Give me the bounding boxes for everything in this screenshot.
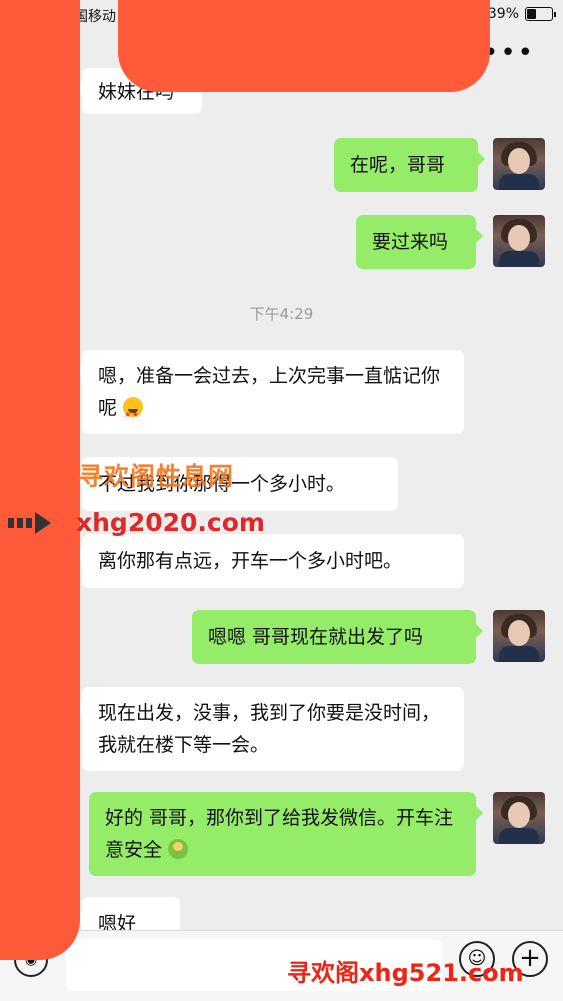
- incoming-bubble[interactable]: 嗯，准备一会过去，上次完事一直惦记你呢: [75, 350, 464, 434]
- battery-indicator: 39%: [487, 6, 556, 22]
- avatar[interactable]: [493, 792, 545, 844]
- incoming-bubble[interactable]: 现在出发，没事，我到了你要是没时间，我就在楼下等一会。: [75, 687, 464, 771]
- message-text: 嗯嗯 哥哥现在就出发了吗: [208, 626, 424, 648]
- arrow-icon: [8, 512, 51, 534]
- redaction-overlay-title: [118, 0, 490, 92]
- message-text: 离你那有点远，开车一个多小时吧。: [98, 550, 403, 572]
- message-row: 嗯，准备一会过去，上次完事一直惦记你呢: [75, 350, 464, 434]
- outgoing-bubble[interactable]: 好的 哥哥，那你到了给我发微信。开车注意安全: [89, 792, 483, 876]
- outgoing-bubble[interactable]: 在呢，哥哥: [334, 138, 485, 192]
- message-row: 嗯嗯 哥哥现在就出发了吗: [192, 610, 483, 664]
- message-row: 离你那有点远，开车一个多小时吧。: [75, 534, 464, 588]
- battery-percent: 39%: [487, 6, 519, 22]
- message-row: 好的 哥哥，那你到了给我发微信。开车注意安全: [89, 792, 483, 876]
- message-text: 要过来吗: [372, 231, 449, 253]
- avatar[interactable]: [493, 215, 545, 267]
- message-row: 现在出发，没事，我到了你要是没时间，我就在楼下等一会。: [75, 687, 464, 771]
- message-text: 好的 哥哥，那你到了给我发微信。开车注意安全: [105, 807, 454, 861]
- outgoing-bubble[interactable]: 嗯嗯 哥哥现在就出发了吗: [192, 610, 483, 664]
- avatar[interactable]: [493, 610, 545, 662]
- watermark-text: 寻欢阁xhg521.com: [287, 959, 524, 987]
- message-row: 在呢，哥哥: [334, 138, 485, 192]
- avatar[interactable]: [493, 138, 545, 190]
- outgoing-bubble[interactable]: 要过来吗: [356, 215, 483, 269]
- more-options-button[interactable]: •••: [483, 38, 535, 68]
- message-text: 现在出发，没事，我到了你要是没时间，我就在楼下等一会。: [98, 702, 441, 756]
- message-text: 在呢，哥哥: [350, 154, 446, 176]
- watermark-text: xhg2020.com: [76, 508, 265, 537]
- battery-icon: [525, 7, 556, 21]
- battery-fill: [527, 9, 536, 19]
- star-struck-emoji-icon: [123, 397, 144, 431]
- redaction-overlay-left: [0, 0, 80, 960]
- message-timestamp: 下午4:29: [249, 305, 314, 323]
- incoming-bubble[interactable]: 离你那有点远，开车一个多小时吧。: [75, 534, 464, 588]
- watermark-text: 寻欢阁性息网: [78, 462, 235, 491]
- message-row: 要过来吗: [356, 215, 483, 269]
- pray-emoji-icon: [168, 839, 189, 859]
- message-text: 嗯，准备一会过去，上次完事一直惦记你呢: [98, 365, 441, 419]
